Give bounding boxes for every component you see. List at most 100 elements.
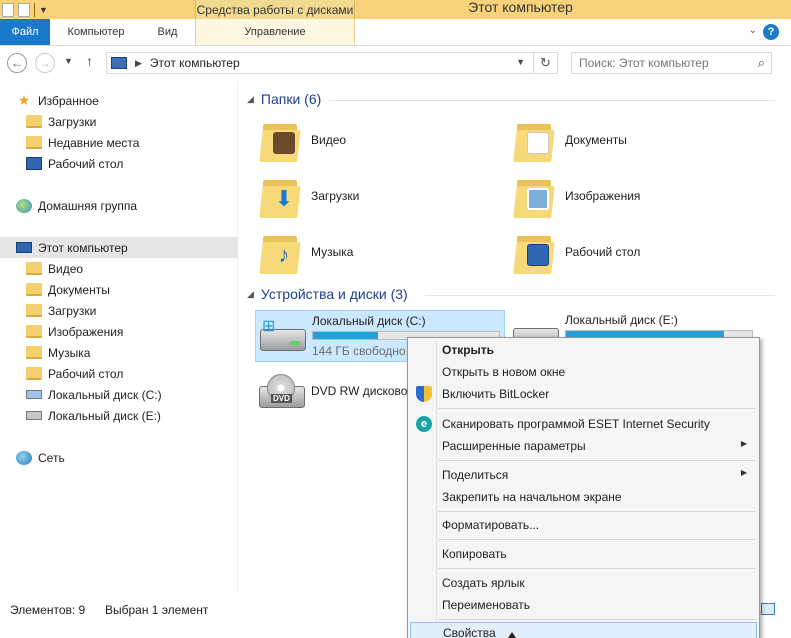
forward-button[interactable]: → bbox=[35, 53, 55, 73]
group-divider bbox=[425, 295, 775, 296]
menu-item-create-shortcut[interactable]: Создать ярлык bbox=[410, 572, 757, 594]
collapse-chevron-icon[interactable]: ◢ bbox=[247, 289, 254, 300]
close-window-button[interactable] bbox=[741, 0, 791, 19]
nav-item-label: Загрузки bbox=[48, 303, 97, 318]
nav-item-documents[interactable]: Документы bbox=[26, 279, 110, 300]
menu-item-bitlocker[interactable]: Включить BitLocker bbox=[410, 383, 757, 405]
nav-homegroup[interactable]: Домашняя группа bbox=[16, 195, 137, 216]
address-history-chevron-down-icon[interactable]: ▼ bbox=[516, 57, 525, 67]
back-button[interactable]: ← bbox=[7, 53, 27, 73]
nav-item-desktop[interactable]: Рабочий стол bbox=[26, 363, 123, 384]
menu-item-label: Копировать bbox=[442, 547, 507, 561]
nav-favorites[interactable]: ★ Избранное bbox=[16, 90, 99, 111]
devices-group-header[interactable]: ◢ Устройства и диски (3) bbox=[247, 286, 408, 302]
menu-item-open-new-window[interactable]: Открыть в новом окне bbox=[410, 361, 757, 383]
refresh-button[interactable]: ↻ bbox=[533, 53, 557, 73]
computer-icon bbox=[16, 242, 32, 253]
tab-computer[interactable]: Компьютер bbox=[52, 19, 140, 45]
nav-this-pc[interactable]: Этот компьютер bbox=[0, 237, 238, 258]
search-box[interactable]: ⌕ bbox=[571, 52, 772, 74]
folder-tile-downloads[interactable]: ⬇ Загрузки bbox=[259, 174, 360, 218]
menu-item-advanced[interactable]: Расширенные параметры ▶ bbox=[410, 435, 757, 457]
menu-item-label: Открыть в новом окне bbox=[442, 365, 566, 379]
menu-item-label: Открыть bbox=[442, 343, 495, 357]
menu-item-label: Свойства bbox=[443, 626, 496, 638]
nav-item-label: Музыка bbox=[48, 345, 91, 360]
menu-item-open[interactable]: Открыть bbox=[410, 339, 757, 361]
group-divider bbox=[329, 100, 775, 101]
menu-item-label: Переименовать bbox=[442, 598, 530, 612]
context-menu: Открыть Открыть в новом окне Включить Bi… bbox=[407, 337, 760, 638]
nav-item-recent-places[interactable]: Недавние места bbox=[26, 132, 139, 153]
documents-folder-icon bbox=[26, 283, 42, 296]
local-disk-icon: ⊞ bbox=[260, 319, 306, 353]
menu-separator bbox=[438, 511, 756, 512]
menu-item-pin-start[interactable]: Закрепить на начальном экране bbox=[410, 486, 757, 508]
this-pc-icon bbox=[111, 57, 127, 69]
nav-item-label: Загрузки bbox=[48, 114, 97, 129]
menu-item-share[interactable]: Поделиться ▶ bbox=[410, 464, 757, 486]
menu-separator bbox=[438, 619, 756, 620]
video-folder-icon bbox=[26, 262, 42, 275]
folder-tile-pictures[interactable]: Изображения bbox=[513, 174, 640, 218]
menu-item-copy[interactable]: Копировать bbox=[410, 543, 757, 565]
nav-network[interactable]: Сеть bbox=[16, 447, 65, 468]
submenu-arrow-icon: ▶ bbox=[740, 468, 747, 477]
nav-item-video[interactable]: Видео bbox=[26, 258, 83, 279]
address-bar[interactable]: ▶ Этот компьютер ▼ ↻ bbox=[106, 52, 558, 74]
nav-item-desktop-fav[interactable]: Рабочий стол bbox=[26, 153, 123, 174]
folders-heading: Папки (6) bbox=[260, 91, 322, 107]
nav-item-music[interactable]: Музыка bbox=[26, 342, 90, 363]
up-button[interactable]: ↑ bbox=[86, 53, 93, 69]
homegroup-icon bbox=[16, 198, 32, 213]
folder-tile-documents[interactable]: Документы bbox=[513, 118, 627, 162]
tab-file[interactable]: Файл bbox=[0, 19, 50, 45]
folder-name: Музыка bbox=[311, 245, 354, 259]
menu-item-format[interactable]: Форматировать... bbox=[410, 514, 757, 536]
nav-item-label: Рабочий стол bbox=[48, 366, 124, 381]
menu-item-eset-scan[interactable]: e Сканировать программой ESET Internet Se… bbox=[410, 413, 757, 435]
nav-item-label: Изображения bbox=[48, 324, 124, 339]
nav-item-label: Локальный диск (C:) bbox=[48, 387, 162, 402]
help-icon[interactable]: ? bbox=[763, 24, 779, 40]
network-icon bbox=[16, 450, 32, 465]
nav-item-downloads[interactable]: Загрузки bbox=[26, 300, 96, 321]
nav-this-pc-label: Этот компьютер bbox=[38, 240, 128, 255]
large-icons-view-icon[interactable] bbox=[761, 603, 775, 615]
star-icon: ★ bbox=[17, 92, 31, 108]
expand-ribbon-icon[interactable]: ⌄ bbox=[749, 25, 757, 36]
nav-item-pictures[interactable]: Изображения bbox=[26, 321, 123, 342]
tab-manage[interactable]: Управление bbox=[195, 19, 355, 45]
recent-locations-chevron-down-icon[interactable]: ▼ bbox=[64, 56, 73, 66]
documents-folder-icon bbox=[513, 118, 555, 162]
nav-item-label: Рабочий стол bbox=[48, 156, 124, 171]
breadcrumb-this-pc[interactable]: Этот компьютер bbox=[150, 56, 240, 70]
downloads-folder-icon bbox=[26, 304, 42, 317]
pictures-folder-icon bbox=[26, 325, 42, 338]
folder-name: Документы bbox=[565, 133, 627, 147]
menu-separator bbox=[438, 460, 756, 461]
collapse-chevron-icon[interactable]: ◢ bbox=[247, 94, 254, 105]
folder-tile-desktop[interactable]: Рабочий стол bbox=[513, 230, 640, 274]
folder-name: Загрузки bbox=[311, 189, 360, 203]
folder-tile-music[interactable]: ♪ Музыка bbox=[259, 230, 354, 274]
tab-view[interactable]: Вид bbox=[145, 19, 190, 45]
menu-item-label: Расширенные параметры bbox=[442, 439, 586, 453]
search-input[interactable] bbox=[572, 53, 742, 73]
breadcrumb-separator-icon[interactable]: ▶ bbox=[135, 58, 142, 69]
desktop-folder-icon bbox=[26, 367, 42, 380]
menu-item-properties[interactable]: Свойства bbox=[410, 622, 757, 638]
nav-item-downloads-fav[interactable]: Загрузки bbox=[26, 111, 96, 132]
menu-item-label: Сканировать программой ESET Internet Sec… bbox=[442, 417, 710, 431]
title-bar: ▼ Средства работы с дисками Этот компьют… bbox=[0, 0, 791, 19]
desktop-folder-icon bbox=[513, 230, 555, 274]
nav-item-label: Недавние места bbox=[48, 135, 140, 150]
search-icon[interactable]: ⌕ bbox=[758, 55, 765, 71]
nav-item-drive-c[interactable]: Локальный диск (C:) bbox=[26, 384, 162, 405]
shield-icon bbox=[416, 386, 432, 402]
folders-group-header[interactable]: ◢ Папки (6) bbox=[247, 91, 321, 107]
folder-tile-video[interactable]: Видео bbox=[259, 118, 346, 162]
drive-name: DVD RW дисковод bbox=[311, 384, 415, 398]
menu-item-rename[interactable]: Переименовать bbox=[410, 594, 757, 616]
nav-item-drive-e[interactable]: Локальный диск (E:) bbox=[26, 405, 161, 426]
